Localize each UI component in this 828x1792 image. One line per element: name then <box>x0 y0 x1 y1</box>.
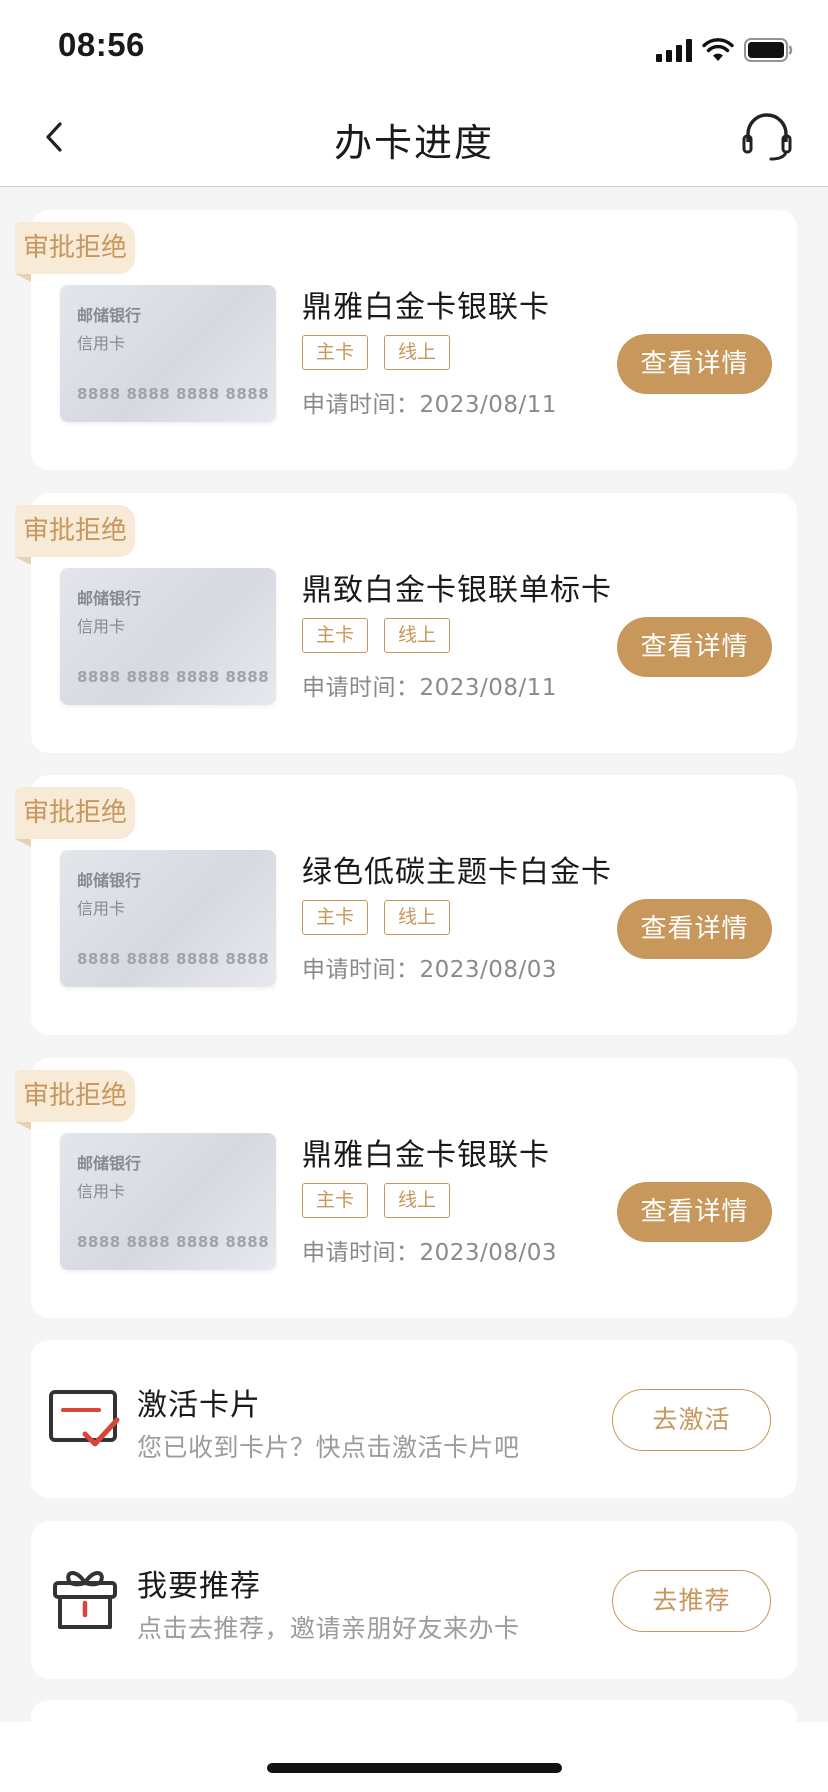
tag-main-card: 主卡 <box>302 335 368 370</box>
apply-time: 申请时间：2023/08/03 <box>302 1240 558 1266</box>
status-badge: 审批拒绝 <box>15 1070 135 1130</box>
view-details-button[interactable]: 查看详情 <box>617 899 772 959</box>
card-type-label: 信用卡 <box>77 617 126 636</box>
battery-icon <box>744 38 793 62</box>
cellular-signal-icon <box>656 38 692 62</box>
card-type-label: 信用卡 <box>77 899 126 918</box>
tag-list: 主卡 线上 <box>302 1183 450 1218</box>
recommend-title: 我要推荐 <box>137 1569 261 1604</box>
application-card: 审批拒绝 邮储银行 信用卡 8888 8888 8888 8888 绿色低碳主题… <box>15 775 797 1035</box>
recommend-section: 我要推荐 点击去推荐，邀请亲朋好友来办卡 去推荐 <box>31 1521 797 1679</box>
card-number: 8888 8888 8888 8888 <box>77 1233 270 1251</box>
card-bank-name: 邮储银行 <box>77 589 142 608</box>
card-image: 邮储银行 信用卡 8888 8888 8888 8888 <box>60 568 276 705</box>
status-badge: 审批拒绝 <box>15 222 135 282</box>
home-indicator[interactable] <box>267 1763 562 1773</box>
card-number: 8888 8888 8888 8888 <box>77 950 270 968</box>
tag-list: 主卡 线上 <box>302 335 450 370</box>
card-type-label: 信用卡 <box>77 334 126 353</box>
card-number: 8888 8888 8888 8888 <box>77 668 270 686</box>
card-image: 邮储银行 信用卡 8888 8888 8888 8888 <box>60 1133 276 1270</box>
status-time: 08:56 <box>58 26 145 63</box>
card-bank-name: 邮储银行 <box>77 306 142 325</box>
view-details-button[interactable]: 查看详情 <box>617 334 772 394</box>
product-name: 绿色低碳主题卡白金卡 <box>302 855 612 890</box>
application-card: 审批拒绝 邮储银行 信用卡 8888 8888 8888 8888 鼎致白金卡银… <box>15 493 797 753</box>
tag-online: 线上 <box>384 900 450 935</box>
tag-online: 线上 <box>384 618 450 653</box>
status-badge: 审批拒绝 <box>15 505 135 565</box>
card-bank-name: 邮储银行 <box>77 1154 142 1173</box>
application-card: 审批拒绝 邮储银行 信用卡 8888 8888 8888 8888 鼎雅白金卡银… <box>15 210 797 470</box>
header: 08:56 办卡进度 <box>0 0 828 187</box>
apply-time: 申请时间：2023/08/03 <box>302 957 558 983</box>
card-image: 邮储银行 信用卡 8888 8888 8888 8888 <box>60 850 276 987</box>
tag-online: 线上 <box>384 335 450 370</box>
status-badge: 审批拒绝 <box>15 787 135 847</box>
recommend-button[interactable]: 去推荐 <box>612 1570 771 1632</box>
activate-card-section: 激活卡片 您已收到卡片？快点击激活卡片吧 去激活 <box>31 1340 797 1498</box>
card-bank-name: 邮储银行 <box>77 871 142 890</box>
tag-online: 线上 <box>384 1183 450 1218</box>
application-card: 审批拒绝 邮储银行 信用卡 8888 8888 8888 8888 鼎雅白金卡银… <box>15 1058 797 1318</box>
product-name: 鼎致白金卡银联单标卡 <box>302 573 612 608</box>
home-bar-area <box>0 1722 828 1792</box>
card-number: 8888 8888 8888 8888 <box>77 385 270 403</box>
activate-description: 您已收到卡片？快点击激活卡片吧 <box>137 1433 520 1462</box>
product-name: 鼎雅白金卡银联卡 <box>302 1138 550 1173</box>
tag-main-card: 主卡 <box>302 900 368 935</box>
activate-title: 激活卡片 <box>137 1388 261 1423</box>
tag-list: 主卡 线上 <box>302 900 450 935</box>
activate-button[interactable]: 去激活 <box>612 1389 771 1451</box>
apply-time: 申请时间：2023/08/11 <box>302 392 558 418</box>
product-name: 鼎雅白金卡银联卡 <box>302 290 550 325</box>
tag-main-card: 主卡 <box>302 1183 368 1218</box>
gift-icon <box>53 1571 117 1629</box>
recommend-description: 点击去推荐，邀请亲朋好友来办卡 <box>137 1614 520 1643</box>
customer-service-button[interactable] <box>740 112 794 164</box>
wifi-icon <box>702 38 734 61</box>
card-image: 邮储银行 信用卡 8888 8888 8888 8888 <box>60 285 276 422</box>
card-check-icon <box>49 1390 120 1447</box>
view-details-button[interactable]: 查看详情 <box>617 1182 772 1242</box>
card-type-label: 信用卡 <box>77 1182 126 1201</box>
headset-icon <box>742 113 792 161</box>
status-icons <box>656 33 794 67</box>
page-title: 办卡进度 <box>333 121 494 165</box>
tag-main-card: 主卡 <box>302 618 368 653</box>
view-details-button[interactable]: 查看详情 <box>617 617 772 677</box>
tag-list: 主卡 线上 <box>302 618 450 653</box>
apply-time: 申请时间：2023/08/11 <box>302 675 558 701</box>
